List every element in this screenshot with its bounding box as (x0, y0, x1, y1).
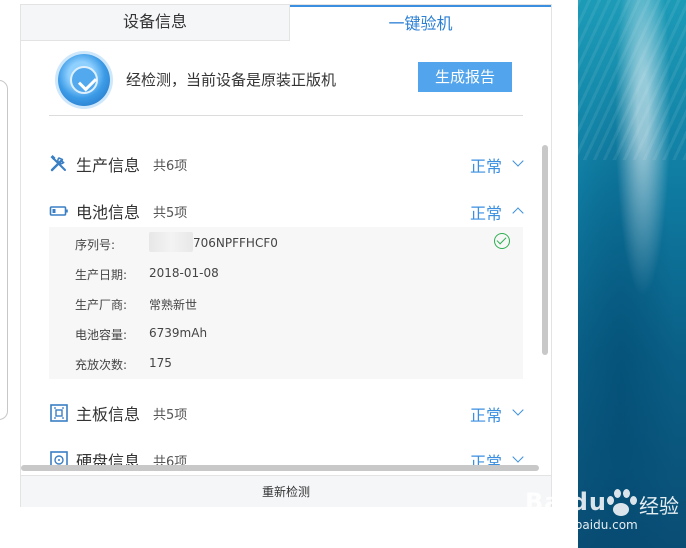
detail-label: 生产厂商: (75, 298, 128, 312)
detail-row-cycle-count: 充放次数: 175 (75, 348, 515, 378)
vertical-scrollbar[interactable] (542, 145, 548, 355)
section-status: 正常 (470, 406, 503, 425)
watermark-logo: Baidu (525, 488, 607, 516)
left-window-edge (0, 80, 8, 420)
section-count: 共6项 (153, 159, 188, 174)
tools-icon (50, 155, 66, 172)
detail-value: 6739mAh (149, 326, 208, 340)
chevron-down-icon[interactable] (512, 404, 524, 416)
footer-bar: 重新检测 (21, 475, 551, 507)
paw-icon (601, 480, 641, 520)
tab-one-click-check[interactable]: 一键验机 (290, 5, 551, 41)
section-count: 共5项 (153, 206, 188, 221)
section-count: 共5项 (153, 408, 188, 423)
watermark-url: jingyan.baidu.com (527, 518, 638, 532)
chevron-up-icon[interactable] (512, 207, 524, 219)
section-motherboard-info[interactable]: 主板信息 共5项 正常 (49, 397, 529, 427)
check-result-list: 生产信息 共6项 正常 电池信息 共5项 正常 序列号: 706NPFFHCF0 (21, 123, 551, 468)
baidu-jingyan-watermark: Baidu 经验 jingyan.baidu.com (525, 474, 685, 544)
detail-value: 706NPFFHCF0 (193, 236, 278, 250)
chevron-down-icon[interactable] (512, 155, 524, 167)
detail-label: 电池容量: (75, 328, 128, 342)
chevron-down-icon[interactable] (512, 451, 524, 463)
detail-label: 充放次数: (75, 358, 128, 372)
check-summary: 经检测，当前设备是原装正版机 生成报告 (49, 49, 523, 116)
recheck-button[interactable]: 重新检测 (21, 476, 551, 507)
summary-text: 经检测，当前设备是原装正版机 (126, 71, 337, 89)
check-circle-icon (494, 233, 510, 249)
detail-value: 常熟新世 (149, 298, 198, 312)
motherboard-icon (50, 404, 68, 422)
verified-shield-icon (58, 54, 110, 106)
verification-panel: 设备信息 一键验机 经检测，当前设备是原装正版机 生成报告 生产信息 共6项 正… (20, 4, 552, 507)
section-battery-info[interactable]: 电池信息 共5项 正常 (49, 195, 529, 225)
detail-row-manufacturer: 生产厂商: 常熟新世 (75, 288, 515, 318)
battery-details: 序列号: 706NPFFHCF0 生产日期: 2018-01-08 生产厂商: … (49, 227, 523, 379)
section-production-info[interactable]: 生产信息 共6项 正常 (49, 148, 529, 178)
tab-bar: 设备信息 一键验机 (21, 5, 551, 41)
ocean-sparkle (578, 0, 686, 160)
detail-value: 2018-01-08 (149, 266, 219, 280)
generate-report-button[interactable]: 生成报告 (418, 62, 512, 92)
detail-row-serial: 序列号: 706NPFFHCF0 (75, 228, 515, 258)
section-title: 主板信息 (76, 405, 141, 424)
detail-row-capacity: 电池容量: 6739mAh (75, 318, 515, 348)
horizontal-scrollbar[interactable] (21, 465, 539, 471)
battery-icon (49, 206, 68, 216)
tab-device-info[interactable]: 设备信息 (21, 5, 290, 41)
section-title: 生产信息 (76, 156, 141, 175)
watermark-cn-text: 经验 (639, 494, 679, 518)
detail-value: 175 (149, 356, 172, 370)
section-status: 正常 (470, 204, 503, 223)
section-title: 电池信息 (76, 203, 141, 222)
detail-label: 生产日期: (75, 268, 128, 282)
redacted-serial-mask (149, 232, 193, 252)
detail-row-production-date: 生产日期: 2018-01-08 (75, 258, 515, 288)
section-status: 正常 (470, 157, 503, 176)
detail-label: 序列号: (75, 238, 116, 252)
